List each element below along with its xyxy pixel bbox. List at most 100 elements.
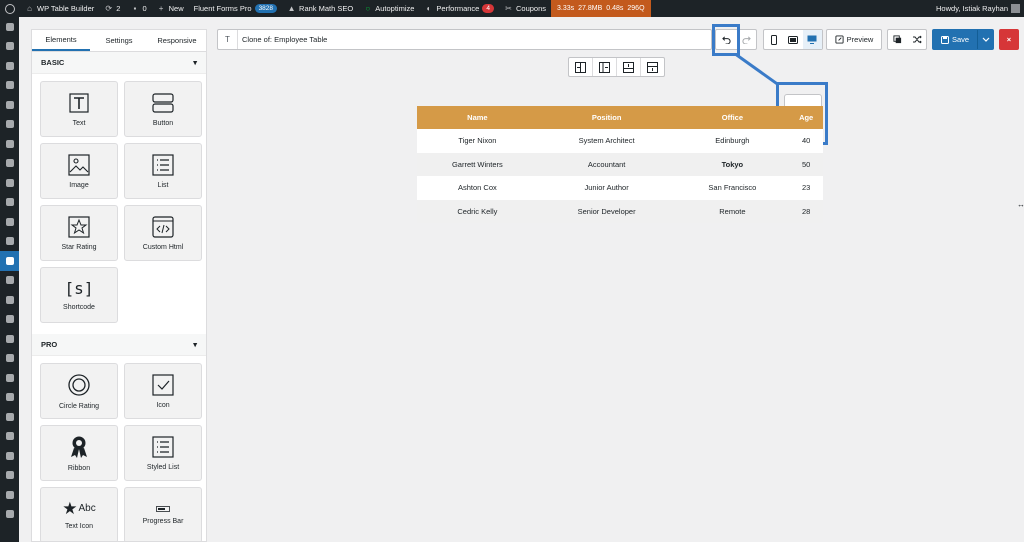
menu-users-icon[interactable] [0,407,19,427]
pro-section-header[interactable]: PRO ▾ [32,334,206,356]
header-cell[interactable]: Age [789,106,823,129]
element-icon[interactable]: Icon [124,363,202,419]
comments-link[interactable]: ▪ 0 [125,0,151,17]
tab-responsive[interactable]: Responsive [148,30,206,51]
element-list[interactable]: List [124,143,202,199]
tab-elements[interactable]: Elements [32,30,90,51]
element-image[interactable]: Image [40,143,118,199]
table-cell[interactable]: Tokyo [675,152,790,176]
table-cell[interactable]: Ashton Cox [417,176,538,200]
copy-button[interactable] [888,30,907,49]
menu-dashboard-icon[interactable] [0,17,19,37]
element-shortcode[interactable]: [s] Shortcode [40,267,118,323]
table-cell[interactable]: Remote [675,199,790,223]
desktop-view-button[interactable] [802,30,822,49]
tablet-view-button[interactable] [783,30,802,49]
table-cell[interactable]: Accountant [537,152,676,176]
menu-scissors-icon[interactable] [0,271,19,291]
menu-pages-icon[interactable] [0,115,19,135]
table-cell[interactable]: San Francisco [675,176,790,200]
mobile-view-button[interactable] [764,30,783,49]
menu-circle-icon[interactable] [0,310,19,330]
table-cell[interactable]: Edinburgh [675,129,790,153]
table-cell[interactable]: Tiger Nixon [417,129,538,153]
menu-wrench-icon[interactable] [0,427,19,447]
table-cell[interactable]: 23 [789,176,823,200]
header-cell[interactable]: Name [417,106,538,129]
my-account-menu[interactable]: Howdy, Istiak Rayhan [931,0,1024,17]
table-cell[interactable]: Senior Developer [537,199,676,223]
menu-media-icon[interactable] [0,95,19,115]
menu-appearance-icon[interactable] [0,349,19,369]
menu-layers-icon[interactable] [0,76,19,96]
table-cell[interactable]: 50 [789,152,823,176]
autoptimize-link[interactable]: ○ Autoptimize [358,0,419,17]
admin-side-menu [0,17,19,542]
save-button[interactable]: Save [932,29,994,50]
table-title-field[interactable]: T Clone of: Employee Table [217,29,712,50]
menu-pin-icon[interactable] [0,56,19,76]
insert-row-above-button[interactable] [617,58,641,76]
query-monitor-stats[interactable]: 3.33s 27.8MB 0.48s 296Q [551,0,651,17]
menu-comments-icon[interactable] [0,134,19,154]
performance-link[interactable]: ◐ Performance 4 [419,0,499,17]
menu-forms-icon[interactable] [0,154,19,174]
fluent-forms-link[interactable]: Fluent Forms Pro 3828 [189,0,282,17]
menu-grid-icon[interactable] [0,505,19,525]
menu-stats-icon[interactable] [0,466,19,486]
menu-link-icon[interactable] [0,193,19,213]
header-cell[interactable]: Position [537,106,676,129]
table-cell[interactable]: 40 [789,129,823,153]
preview-button[interactable]: Preview [826,29,882,50]
shuffle-button[interactable] [907,30,926,49]
tab-settings[interactable]: Settings [90,30,148,51]
element-circle-rating[interactable]: Circle Rating [40,363,118,419]
insert-row-below-button[interactable] [641,58,664,76]
table-cell[interactable]: Junior Author [537,176,676,200]
header-cell[interactable]: Office [675,106,790,129]
table-title-value[interactable]: Clone of: Employee Table [238,35,327,44]
home-icon: ⌂ [27,4,32,13]
insert-column-right-button[interactable] [593,58,617,76]
menu-mail-icon[interactable] [0,173,19,193]
menu-a-icon[interactable] [0,37,19,57]
menu-plugins-icon[interactable] [0,368,19,388]
element-custom-html[interactable]: Custom Html [124,205,202,261]
element-text-icon[interactable]: ★ Abc Text Icon [40,487,118,541]
code-icon [152,215,174,238]
menu-settings-icon[interactable] [0,446,19,466]
element-button[interactable]: Button [124,81,202,137]
close-icon: × [1006,35,1012,44]
basic-section-header[interactable]: BASIC ▾ [32,52,206,74]
resize-handle-icon[interactable]: ↔ [1017,200,1024,209]
menu-chart-icon[interactable] [0,232,19,252]
menu-woo-icon[interactable] [0,290,19,310]
wp-logo-menu[interactable] [0,0,20,17]
table-cell[interactable]: Cedric Kelly [417,199,538,223]
coupons-link[interactable]: ✂ Coupons [499,0,551,17]
element-progress-bar[interactable]: Progress Bar [124,487,202,541]
menu-extra-icon[interactable] [0,485,19,505]
table-cell[interactable]: Garrett Winters [417,152,538,176]
save-main[interactable]: Save [933,30,977,49]
close-button[interactable]: × [999,29,1019,50]
new-content-link[interactable]: + New [152,0,189,17]
element-star-rating[interactable]: Star Rating [40,205,118,261]
menu-folder-icon[interactable] [0,329,19,349]
insert-column-left-button[interactable] [569,58,593,76]
star-icon: ★ [62,499,78,518]
updates-link[interactable]: ⟳ 2 [99,0,125,17]
save-options-button[interactable] [977,30,993,49]
table-cell[interactable]: 28 [789,199,823,223]
menu-tools-icon[interactable] [0,388,19,408]
element-text[interactable]: Text [40,81,118,137]
table-cell[interactable]: System Architect [537,129,676,153]
menu-table-builder-icon[interactable] [0,251,19,271]
menu-gauge-icon[interactable] [0,212,19,232]
element-ribbon[interactable]: Ribbon [40,425,118,481]
plus-icon: + [158,4,164,13]
rank-math-link[interactable]: ▲ Rank Math SEO [282,0,358,17]
site-name-link[interactable]: ⌂ WP Table Builder [20,0,99,17]
row-column-toolbar [568,57,665,77]
element-styled-list[interactable]: Styled List [124,425,202,481]
